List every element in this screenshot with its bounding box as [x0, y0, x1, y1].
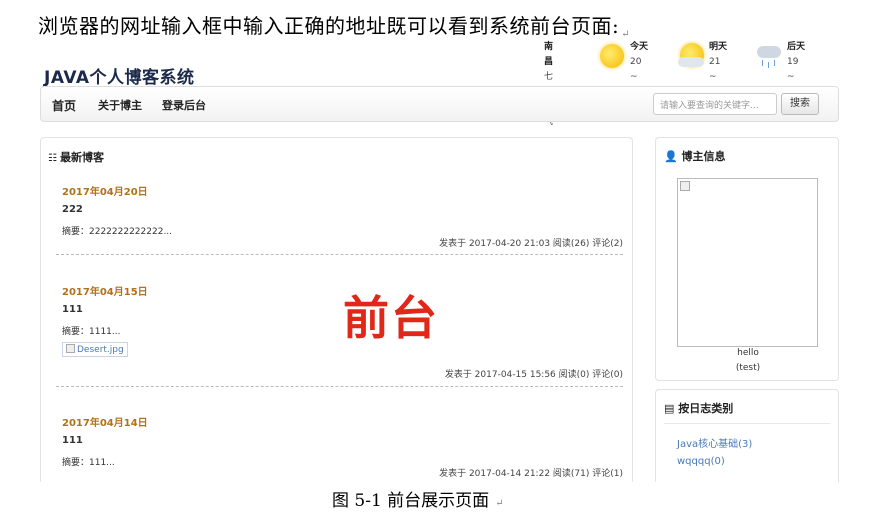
search-input[interactable]: 请输入要查询的关键字...	[653, 93, 777, 115]
categories-panel: ▤ 按日志类别 Java核心基础(3) wqqqq(0)	[655, 389, 839, 482]
heading-text: 最新博客	[59, 151, 104, 164]
weather-day-name: 后天	[787, 42, 806, 52]
latest-blogs-heading: ☷ 最新博客	[48, 149, 104, 165]
post-image: Desert.jpg	[62, 342, 128, 357]
categories-heading: ▤ 按日志类别	[664, 400, 733, 416]
post-title[interactable]: 111	[62, 435, 623, 446]
post-title[interactable]: 222	[62, 204, 623, 215]
site-logo[interactable]: JAVA个人博客系统	[44, 63, 195, 88]
top-navbar: 首页 关于博主 登录后台 请输入要查询的关键字... 搜索	[40, 86, 839, 122]
nav-about[interactable]: 关于博主	[98, 97, 142, 113]
post-date: 2017年04月14日	[62, 418, 148, 429]
post-date: 2017年04月20日	[62, 187, 148, 198]
broken-image-icon	[680, 181, 690, 191]
post-meta: 发表于 2017-04-15 15:56 阅读(0) 评论(0)	[444, 370, 623, 380]
blogger-info-heading: 👤 博主信息	[664, 148, 726, 164]
return-mark: ↵	[495, 498, 504, 509]
avatar	[677, 178, 818, 347]
weather-city: 南昌	[544, 42, 554, 67]
weather-day-name: 今天	[630, 42, 649, 52]
latest-blogs-panel: ☷ 最新博客 2017年04月20日 222 摘要：2222222222222..…	[40, 137, 633, 482]
category-link[interactable]: Java核心基础(3)	[677, 435, 752, 450]
intro-text: 浏览器的网址输入框中输入正确的地址既可以看到系统前台页面:	[38, 14, 620, 38]
document-intro-text: 浏览器的网址输入框中输入正确的地址既可以看到系统前台页面: ↵	[38, 10, 630, 40]
return-mark: ↵	[621, 29, 631, 40]
frontend-annotation: 前台	[343, 291, 439, 345]
user-icon: 👤	[664, 150, 678, 163]
post-divider	[56, 386, 623, 387]
post-divider	[56, 254, 623, 255]
nav-home[interactable]: 首页	[52, 97, 76, 114]
blogger-info-panel: 👤 博主信息 hello (test)	[655, 137, 839, 381]
list-icon: ☷	[48, 153, 57, 164]
book-icon: ▤	[664, 402, 675, 415]
heading-text: 按日志类别	[678, 402, 734, 415]
search-button[interactable]: 搜索	[781, 93, 819, 115]
blogger-name: hello	[737, 348, 759, 358]
nav-login[interactable]: 登录后台	[162, 97, 206, 113]
weather-day-name: 明天	[709, 42, 728, 52]
image-alt-text: Desert.jpg	[77, 345, 124, 355]
blogger-handle: (test)	[735, 363, 761, 373]
category-link[interactable]: wqqqq(0)	[677, 456, 725, 467]
divider	[664, 423, 830, 424]
blog-post: 2017年04月20日 222 摘要：2222222222222... 发表于 …	[56, 183, 623, 271]
caption-text: 图 5-1 前台展示页面	[332, 491, 490, 511]
blog-post: 2017年04月14日 111 摘要：111... 发表于 2017-04-14…	[62, 414, 623, 482]
sun-icon	[600, 44, 624, 68]
figure-caption: 图 5-1 前台展示页面 ↵	[332, 486, 504, 511]
broken-image-icon	[66, 344, 75, 353]
heading-text: 博主信息	[681, 150, 726, 163]
post-meta: 发表于 2017-04-20 21:03 阅读(26) 评论(2)	[439, 239, 623, 249]
post-meta: 发表于 2017-04-14 21:22 阅读(71) 评论(1)	[439, 469, 623, 479]
